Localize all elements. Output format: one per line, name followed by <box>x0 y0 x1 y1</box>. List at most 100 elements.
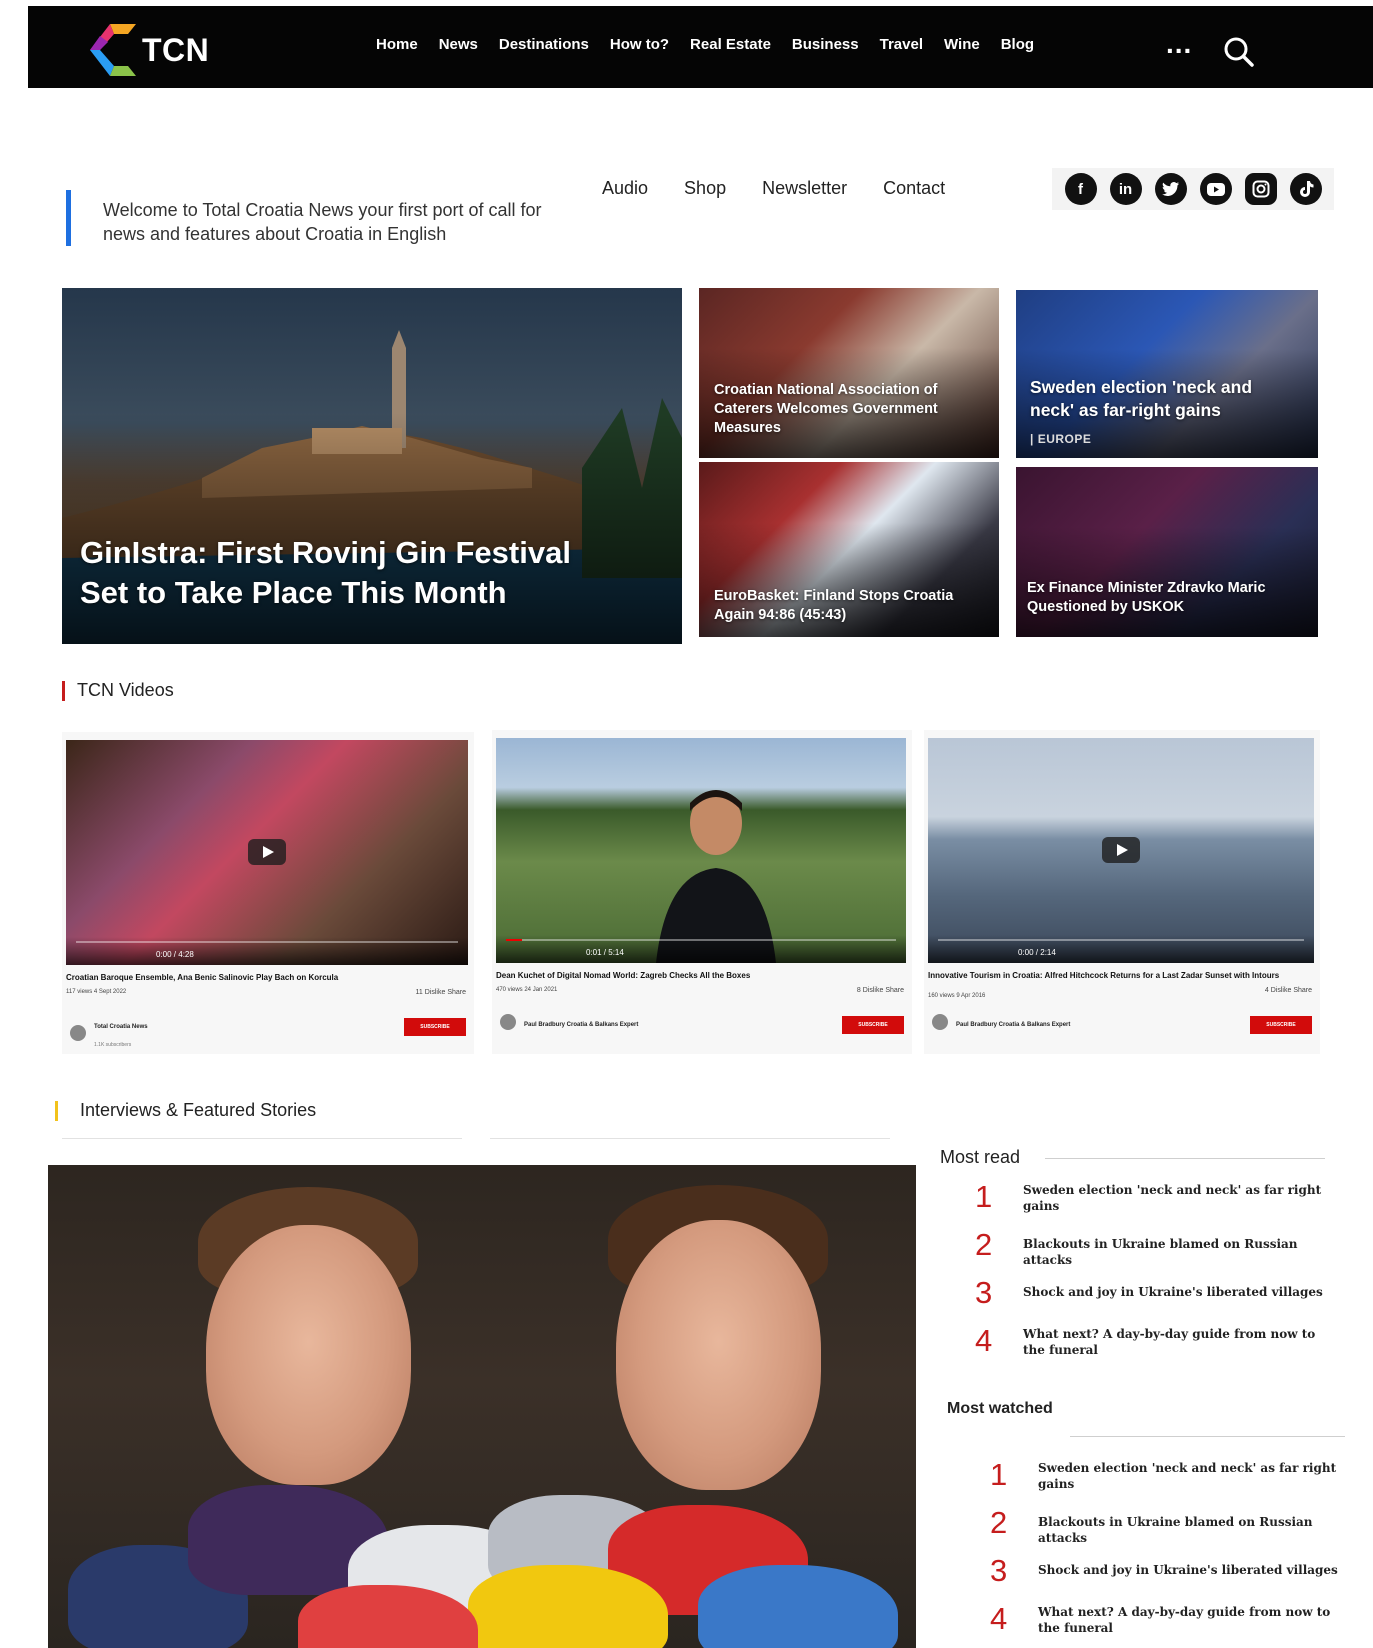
story-category-tag[interactable]: | EUROPE <box>1030 432 1091 446</box>
story-title-caterers[interactable]: Croatian National Association of Caterer… <box>714 381 974 438</box>
channel-avatar[interactable] <box>932 1014 948 1030</box>
rank-title[interactable]: Sweden election 'neck and neck' as far r… <box>1038 1458 1338 1492</box>
tiktok-icon[interactable] <box>1289 173 1322 205</box>
tcn-logo[interactable]: TCN <box>88 20 248 80</box>
list-item[interactable]: 2 Blackouts in Ukraine blamed on Russian… <box>990 1506 1338 1546</box>
subscribe-button[interactable]: SUBSCRIBE <box>842 1016 904 1034</box>
facebook-icon[interactable]: f <box>1064 173 1097 205</box>
subnav-audio[interactable]: Audio <box>602 178 648 199</box>
list-item[interactable]: 1 Sweden election 'neck and neck' as far… <box>975 1180 1323 1214</box>
rank-title[interactable]: Sweden election 'neck and neck' as far r… <box>1023 1180 1323 1214</box>
secondary-menu: Audio Shop Newsletter Contact <box>602 178 945 199</box>
nav-business[interactable]: Business <box>792 36 859 53</box>
subscribe-button[interactable]: SUBSCRIBE <box>1250 1016 1312 1034</box>
most-watched-list: 1 Sweden election 'neck and neck' as far… <box>990 1458 1350 1648</box>
story-title-eurobasket[interactable]: EuroBasket: Finland Stops Croatia Again … <box>714 587 984 625</box>
instagram-icon[interactable] <box>1244 173 1277 205</box>
rank-number: 4 <box>975 1323 993 1358</box>
channel-avatar[interactable] <box>70 1025 86 1041</box>
channel-name[interactable]: Total Croatia News <box>94 1024 148 1030</box>
list-item[interactable]: 3 Shock and joy in Ukraine's liberated v… <box>975 1276 1323 1310</box>
rank-number: 3 <box>975 1275 993 1310</box>
shoe-blue <box>698 1565 898 1648</box>
play-icon[interactable] <box>248 839 286 865</box>
subnav-shop[interactable]: Shop <box>684 178 726 199</box>
story-tile-sweden[interactable]: Sweden election 'neck and neck' as far-r… <box>1016 290 1318 458</box>
story-tile-maric[interactable]: Ex Finance Minister Zdravko Maric Questi… <box>1016 467 1318 637</box>
video-actions-2[interactable]: 8 Dislike Share <box>857 987 904 994</box>
linkedin-icon[interactable]: in <box>1109 173 1142 205</box>
nav-travel[interactable]: Travel <box>880 36 923 53</box>
story-title-sweden[interactable]: Sweden election 'neck and neck' as far-r… <box>1030 376 1300 422</box>
video-progress-bar[interactable] <box>76 941 458 943</box>
section-accent-bar <box>62 680 65 701</box>
nav-real-estate[interactable]: Real Estate <box>690 36 771 53</box>
video-channel-1[interactable]: Total Croatia News 1.1K subscribers <box>70 1015 148 1051</box>
subnav-contact[interactable]: Contact <box>883 178 945 199</box>
video-controls[interactable]: 0:00 / 4:28 <box>66 937 468 965</box>
nav-how-to[interactable]: How to? <box>610 36 669 53</box>
story-tile-eurobasket[interactable]: EuroBasket: Finland Stops Croatia Again … <box>699 462 999 637</box>
rank-title[interactable]: Blackouts in Ukraine blamed on Russian a… <box>1023 1228 1323 1268</box>
twitter-icon[interactable] <box>1154 173 1187 205</box>
section-heading-videos: TCN Videos <box>62 680 174 701</box>
video-thumbnail-2[interactable]: 0:01 / 5:14 <box>496 738 906 963</box>
nav-destinations[interactable]: Destinations <box>499 36 589 53</box>
video-controls[interactable]: 0:00 / 2:14 <box>928 935 1314 963</box>
story-title-maric[interactable]: Ex Finance Minister Zdravko Maric Questi… <box>1027 579 1307 617</box>
video-controls[interactable]: 0:01 / 5:14 <box>496 935 906 963</box>
section-divider <box>490 1138 890 1139</box>
welcome-text: Welcome to Total Croatia News your first… <box>103 200 542 244</box>
channel-avatar[interactable] <box>500 1014 516 1030</box>
top-navigation-bar: TCN Home News Destinations How to? Real … <box>28 6 1373 88</box>
featured-story-image[interactable] <box>48 1165 916 1648</box>
most-watched-divider <box>1070 1436 1345 1437</box>
hero-main-title[interactable]: GinIstra: First Rovinj Gin Festival Set … <box>80 533 600 613</box>
video-title-1[interactable]: Croatian Baroque Ensemble, Ana Benic Sal… <box>66 972 468 983</box>
rank-number: 4 <box>990 1601 1008 1636</box>
channel-name[interactable]: Paul Bradbury Croatia & Balkans Expert <box>956 1022 1070 1028</box>
nav-wine[interactable]: Wine <box>944 36 980 53</box>
rank-title[interactable]: Blackouts in Ukraine blamed on Russian a… <box>1038 1506 1338 1546</box>
rank-title[interactable]: Shock and joy in Ukraine's liberated vil… <box>1023 1276 1323 1300</box>
video-title-2[interactable]: Dean Kuchet of Digital Nomad World: Zagr… <box>496 970 906 981</box>
nav-home[interactable]: Home <box>376 36 418 53</box>
list-item[interactable]: 1 Sweden election 'neck and neck' as far… <box>990 1458 1338 1492</box>
story-tile-caterers[interactable]: Croatian National Association of Caterer… <box>699 288 999 458</box>
nav-blog[interactable]: Blog <box>1001 36 1034 53</box>
list-item[interactable]: 2 Blackouts in Ukraine blamed on Russian… <box>975 1228 1323 1268</box>
list-item[interactable]: 4 What next? A day-by-day guide from now… <box>975 1324 1323 1358</box>
section-divider <box>62 1138 462 1139</box>
hero-main-story[interactable]: GinIstra: First Rovinj Gin Festival Set … <box>62 288 682 644</box>
search-icon[interactable] <box>1223 36 1255 68</box>
subnav-newsletter[interactable]: Newsletter <box>762 178 847 199</box>
more-menu-icon[interactable]: ... <box>1166 28 1192 60</box>
most-watched-heading: Most watched <box>947 1400 1053 1417</box>
video-channel-3[interactable]: Paul Bradbury Croatia & Balkans Expert <box>932 1013 1070 1031</box>
play-icon[interactable] <box>1102 837 1140 863</box>
video-progress-bar[interactable] <box>938 939 1304 941</box>
rank-number: 2 <box>990 1505 1008 1540</box>
video-thumbnail-3[interactable]: 0:00 / 2:14 <box>928 738 1314 963</box>
section-accent-bar <box>55 1100 58 1121</box>
video-channel-2[interactable]: Paul Bradbury Croatia & Balkans Expert <box>500 1013 638 1031</box>
channel-name[interactable]: Paul Bradbury Croatia & Balkans Expert <box>524 1022 638 1028</box>
video-time: 0:00 / 2:14 <box>1018 948 1056 957</box>
rank-number: 3 <box>990 1553 1008 1588</box>
rank-title[interactable]: What next? A day-by-day guide from now t… <box>1023 1324 1323 1358</box>
welcome-accent-bar <box>66 190 71 246</box>
nav-news[interactable]: News <box>439 36 478 53</box>
subscribe-button[interactable]: SUBSCRIBE <box>404 1018 466 1036</box>
video-actions-3[interactable]: 4 Dislike Share <box>1265 987 1312 994</box>
rank-title[interactable]: What next? A day-by-day guide from now t… <box>1038 1602 1338 1636</box>
video-actions-1[interactable]: 11 Dislike Share <box>416 989 466 996</box>
list-item[interactable]: 4 What next? A day-by-day guide from now… <box>990 1602 1338 1636</box>
youtube-icon[interactable] <box>1199 173 1232 205</box>
video-thumbnail-1[interactable]: 0:00 / 4:28 <box>66 740 468 965</box>
video-title-3[interactable]: Innovative Tourism in Croatia: Alfred Hi… <box>928 970 1314 981</box>
rank-title[interactable]: Shock and joy in Ukraine's liberated vil… <box>1038 1554 1338 1578</box>
video-progress-bar[interactable] <box>506 939 896 941</box>
video-meta-3: 160 views 9 Apr 2016 <box>928 993 986 999</box>
video-meta-2: 470 views 24 Jan 2021 <box>496 987 558 993</box>
list-item[interactable]: 3 Shock and joy in Ukraine's liberated v… <box>990 1554 1338 1588</box>
